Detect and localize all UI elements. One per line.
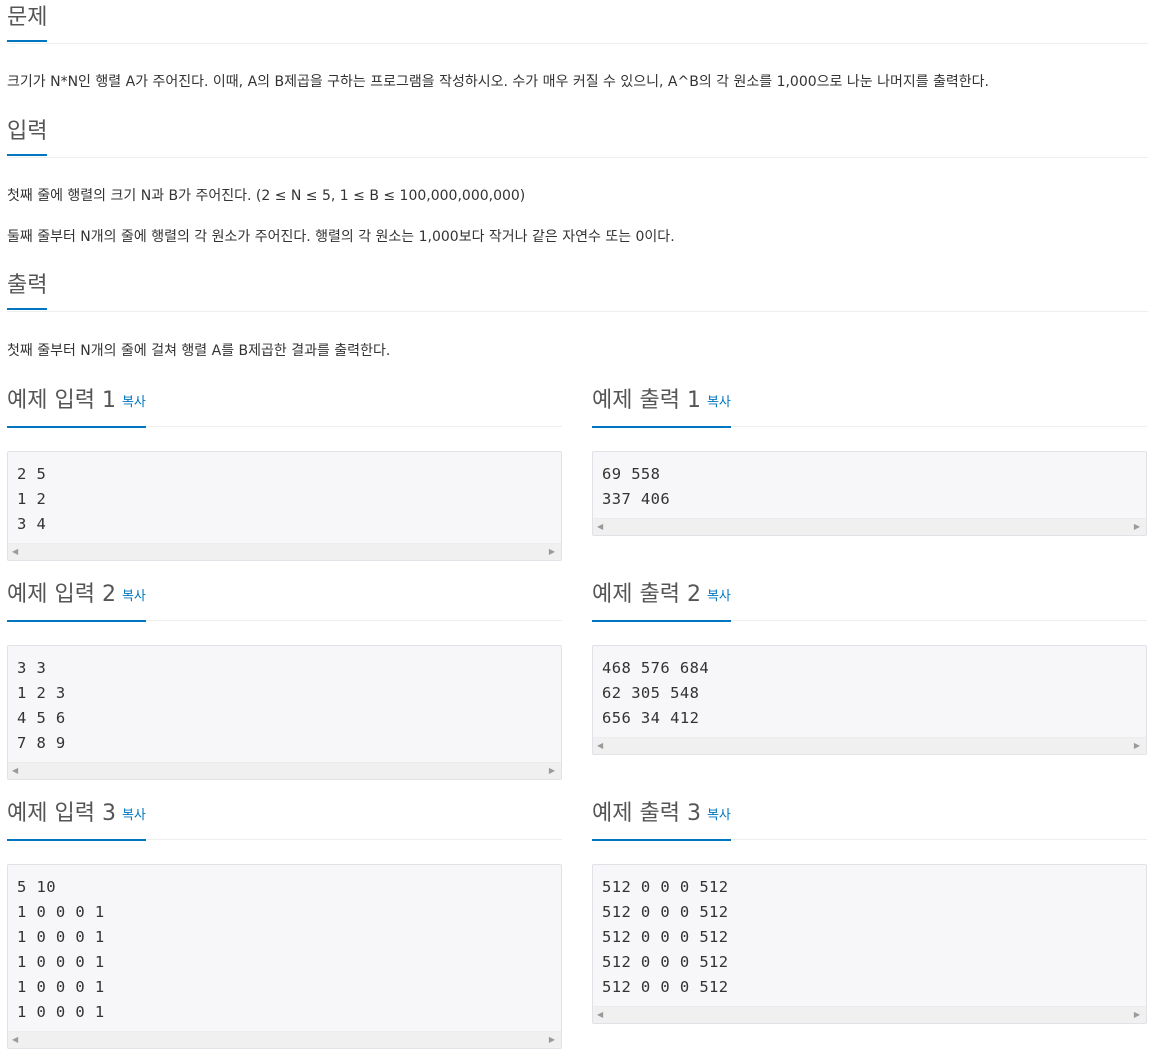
scroll-right-icon[interactable]: ▶	[549, 547, 555, 556]
copy-button[interactable]: 복사	[122, 808, 146, 823]
sample-input-3-title: 예제 입력 3	[7, 801, 116, 826]
scroll-left-icon[interactable]: ◀	[597, 522, 603, 531]
scroll-right-icon[interactable]: ▶	[549, 1035, 555, 1044]
sample-output-1-headline: 예제 출력 1 복사	[592, 383, 1147, 428]
sample-input-3-headline: 예제 입력 3 복사	[7, 796, 562, 841]
copy-button[interactable]: 복사	[707, 395, 731, 410]
output-section: 출력 첫째 줄부터 N개의 줄에 걸쳐 행렬 A를 B제곱한 결과를 출력한다.	[7, 268, 1148, 359]
copy-button[interactable]: 복사	[122, 395, 146, 410]
sample-output-2-box: 468 576 684 62 305 548 656 34 412 ◀ ▶	[592, 645, 1147, 755]
sample-input-1-title: 예제 입력 1	[7, 388, 116, 413]
sample-output-3-title-wrap: 예제 출력 3 복사	[592, 800, 731, 841]
horizontal-scrollbar[interactable]: ◀ ▶	[8, 543, 561, 560]
scroll-left-icon[interactable]: ◀	[12, 766, 18, 775]
scroll-right-icon[interactable]: ▶	[1134, 522, 1140, 531]
sample-output-3-box: 512 0 0 0 512 512 0 0 0 512 512 0 0 0 51…	[592, 864, 1147, 1024]
sample-output-1-title-wrap: 예제 출력 1 복사	[592, 387, 731, 428]
sample-output-1-box: 69 558 337 406 ◀ ▶	[592, 451, 1147, 536]
scroll-left-icon[interactable]: ◀	[597, 741, 603, 750]
sample-output-1-content: 69 558 337 406	[602, 465, 671, 508]
input-line-1: 첫째 줄에 행렬의 크기 N과 B가 주어진다. (2 ≤ N ≤ 5, 1 ≤…	[7, 188, 526, 204]
input-heading: 입력	[7, 118, 48, 156]
sample-input-1-content: 2 5 1 2 3 4	[17, 465, 47, 533]
problem-headline: 문제	[7, 0, 1148, 44]
sample-input-2-title-wrap: 예제 입력 2 복사	[7, 581, 146, 622]
scroll-left-icon[interactable]: ◀	[12, 1035, 18, 1044]
sample-input-3-title-wrap: 예제 입력 3 복사	[7, 800, 146, 841]
sample-input-2-headline: 예제 입력 2 복사	[7, 577, 562, 622]
output-description: 첫째 줄부터 N개의 줄에 걸쳐 행렬 A를 B제곱한 결과를 출력한다.	[7, 343, 391, 359]
scroll-right-icon[interactable]: ▶	[549, 766, 555, 775]
sample-output-1-title: 예제 출력 1	[592, 388, 701, 413]
sample-input-1-box: 2 5 1 2 3 4 ◀ ▶	[7, 451, 562, 561]
sample-output-2-title: 예제 출력 2	[592, 582, 701, 607]
input-section: 입력 첫째 줄에 행렬의 크기 N과 B가 주어진다. (2 ≤ N ≤ 5, …	[7, 114, 1148, 245]
sample-output-2: 예제 출력 2 복사 468 576 684 62 305 548 656 34 …	[592, 577, 1147, 755]
horizontal-scrollbar[interactable]: ◀ ▶	[593, 1006, 1146, 1023]
sample-output-1: 예제 출력 1 복사 69 558 337 406 ◀ ▶	[592, 383, 1147, 536]
input-headline: 입력	[7, 114, 1148, 158]
scroll-left-icon[interactable]: ◀	[12, 547, 18, 556]
copy-button[interactable]: 복사	[122, 589, 146, 604]
problem-heading: 문제	[7, 4, 48, 42]
sample-input-2-content: 3 3 1 2 3 4 5 6 7 8 9	[17, 659, 66, 752]
horizontal-scrollbar[interactable]: ◀ ▶	[593, 737, 1146, 754]
copy-button[interactable]: 복사	[707, 589, 731, 604]
sample-input-2: 예제 입력 2 복사 3 3 1 2 3 4 5 6 7 8 9 ◀ ▶	[7, 577, 562, 780]
sample-output-3-content: 512 0 0 0 512 512 0 0 0 512 512 0 0 0 51…	[602, 878, 729, 996]
sample-input-1-headline: 예제 입력 1 복사	[7, 383, 562, 428]
output-headline: 출력	[7, 268, 1148, 312]
horizontal-scrollbar[interactable]: ◀ ▶	[593, 518, 1146, 535]
horizontal-scrollbar[interactable]: ◀ ▶	[8, 1031, 561, 1048]
sample-input-3-box: 5 10 1 0 0 0 1 1 0 0 0 1 1 0 0 0 1 1 0 0…	[7, 864, 562, 1049]
sample-output-2-headline: 예제 출력 2 복사	[592, 577, 1147, 622]
sample-input-3: 예제 입력 3 복사 5 10 1 0 0 0 1 1 0 0 0 1 1 0 0…	[7, 796, 562, 1049]
sample-output-3-title: 예제 출력 3	[592, 801, 701, 826]
sample-input-2-box: 3 3 1 2 3 4 5 6 7 8 9 ◀ ▶	[7, 645, 562, 780]
sample-input-3-content: 5 10 1 0 0 0 1 1 0 0 0 1 1 0 0 0 1 1 0 0…	[17, 878, 105, 1021]
sample-output-3-headline: 예제 출력 3 복사	[592, 796, 1147, 841]
output-heading: 출력	[7, 272, 48, 310]
copy-button[interactable]: 복사	[707, 808, 731, 823]
sample-input-1-title-wrap: 예제 입력 1 복사	[7, 387, 146, 428]
sample-input-1: 예제 입력 1 복사 2 5 1 2 3 4 ◀ ▶	[7, 383, 562, 561]
problem-section: 문제 크기가 N*N인 행렬 A가 주어진다. 이때, A의 B제곱을 구하는 …	[7, 0, 1148, 90]
sample-output-2-content: 468 576 684 62 305 548 656 34 412	[602, 659, 710, 727]
scroll-right-icon[interactable]: ▶	[1134, 741, 1140, 750]
horizontal-scrollbar[interactable]: ◀ ▶	[8, 762, 561, 779]
sample-input-2-title: 예제 입력 2	[7, 582, 116, 607]
scroll-left-icon[interactable]: ◀	[597, 1010, 603, 1019]
sample-output-2-title-wrap: 예제 출력 2 복사	[592, 581, 731, 622]
input-line-2: 둘째 줄부터 N개의 줄에 행렬의 각 원소가 주어진다. 행렬의 각 원소는 …	[7, 229, 675, 245]
scroll-right-icon[interactable]: ▶	[1134, 1010, 1140, 1019]
problem-description: 크기가 N*N인 행렬 A가 주어진다. 이때, A의 B제곱을 구하는 프로그…	[7, 74, 990, 90]
sample-output-3: 예제 출력 3 복사 512 0 0 0 512 512 0 0 0 512 51…	[592, 796, 1147, 1024]
